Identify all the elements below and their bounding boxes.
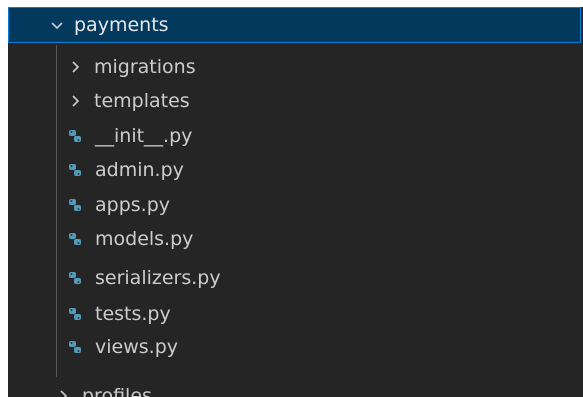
folder-label-payments: payments — [74, 14, 169, 36]
file-label-init: __init__.py — [95, 125, 193, 147]
folder-row-migrations[interactable]: migrations — [8, 50, 583, 84]
folder-label-profiles: profiles — [82, 385, 152, 397]
file-label-tests: tests.py — [95, 303, 171, 325]
python-file-icon — [66, 269, 84, 287]
file-row-models[interactable]: models.py — [8, 222, 583, 256]
folder-label-templates: templates — [94, 90, 190, 112]
file-row-apps[interactable]: apps.py — [8, 188, 583, 222]
python-file-icon — [66, 338, 84, 356]
python-file-icon — [66, 305, 84, 323]
file-label-admin: admin.py — [95, 159, 184, 181]
file-row-tests[interactable]: tests.py — [8, 297, 583, 331]
python-file-icon — [66, 230, 84, 248]
python-file-icon — [66, 196, 84, 214]
file-row-init[interactable]: __init__.py — [8, 119, 583, 153]
file-row-views[interactable]: views.py — [8, 330, 583, 364]
file-explorer-panel: payments migrations templates __init__.p… — [8, 7, 583, 397]
chevron-down-icon[interactable] — [48, 16, 66, 34]
folder-row-templates[interactable]: templates — [8, 84, 583, 118]
folder-row-payments[interactable]: payments — [8, 8, 583, 42]
python-file-icon — [66, 127, 84, 145]
folder-row-profiles[interactable]: profiles — [8, 379, 583, 397]
file-row-admin[interactable]: admin.py — [8, 153, 583, 187]
chevron-right-icon[interactable] — [66, 92, 84, 110]
file-label-models: models.py — [95, 228, 194, 250]
chevron-right-icon[interactable] — [54, 387, 72, 397]
file-label-serializers: serializers.py — [95, 267, 221, 289]
python-file-icon — [66, 161, 84, 179]
file-row-serializers[interactable]: serializers.py — [8, 261, 583, 295]
folder-label-migrations: migrations — [94, 56, 196, 78]
file-label-views: views.py — [95, 336, 178, 358]
chevron-right-icon[interactable] — [66, 58, 84, 76]
file-label-apps: apps.py — [95, 194, 171, 216]
